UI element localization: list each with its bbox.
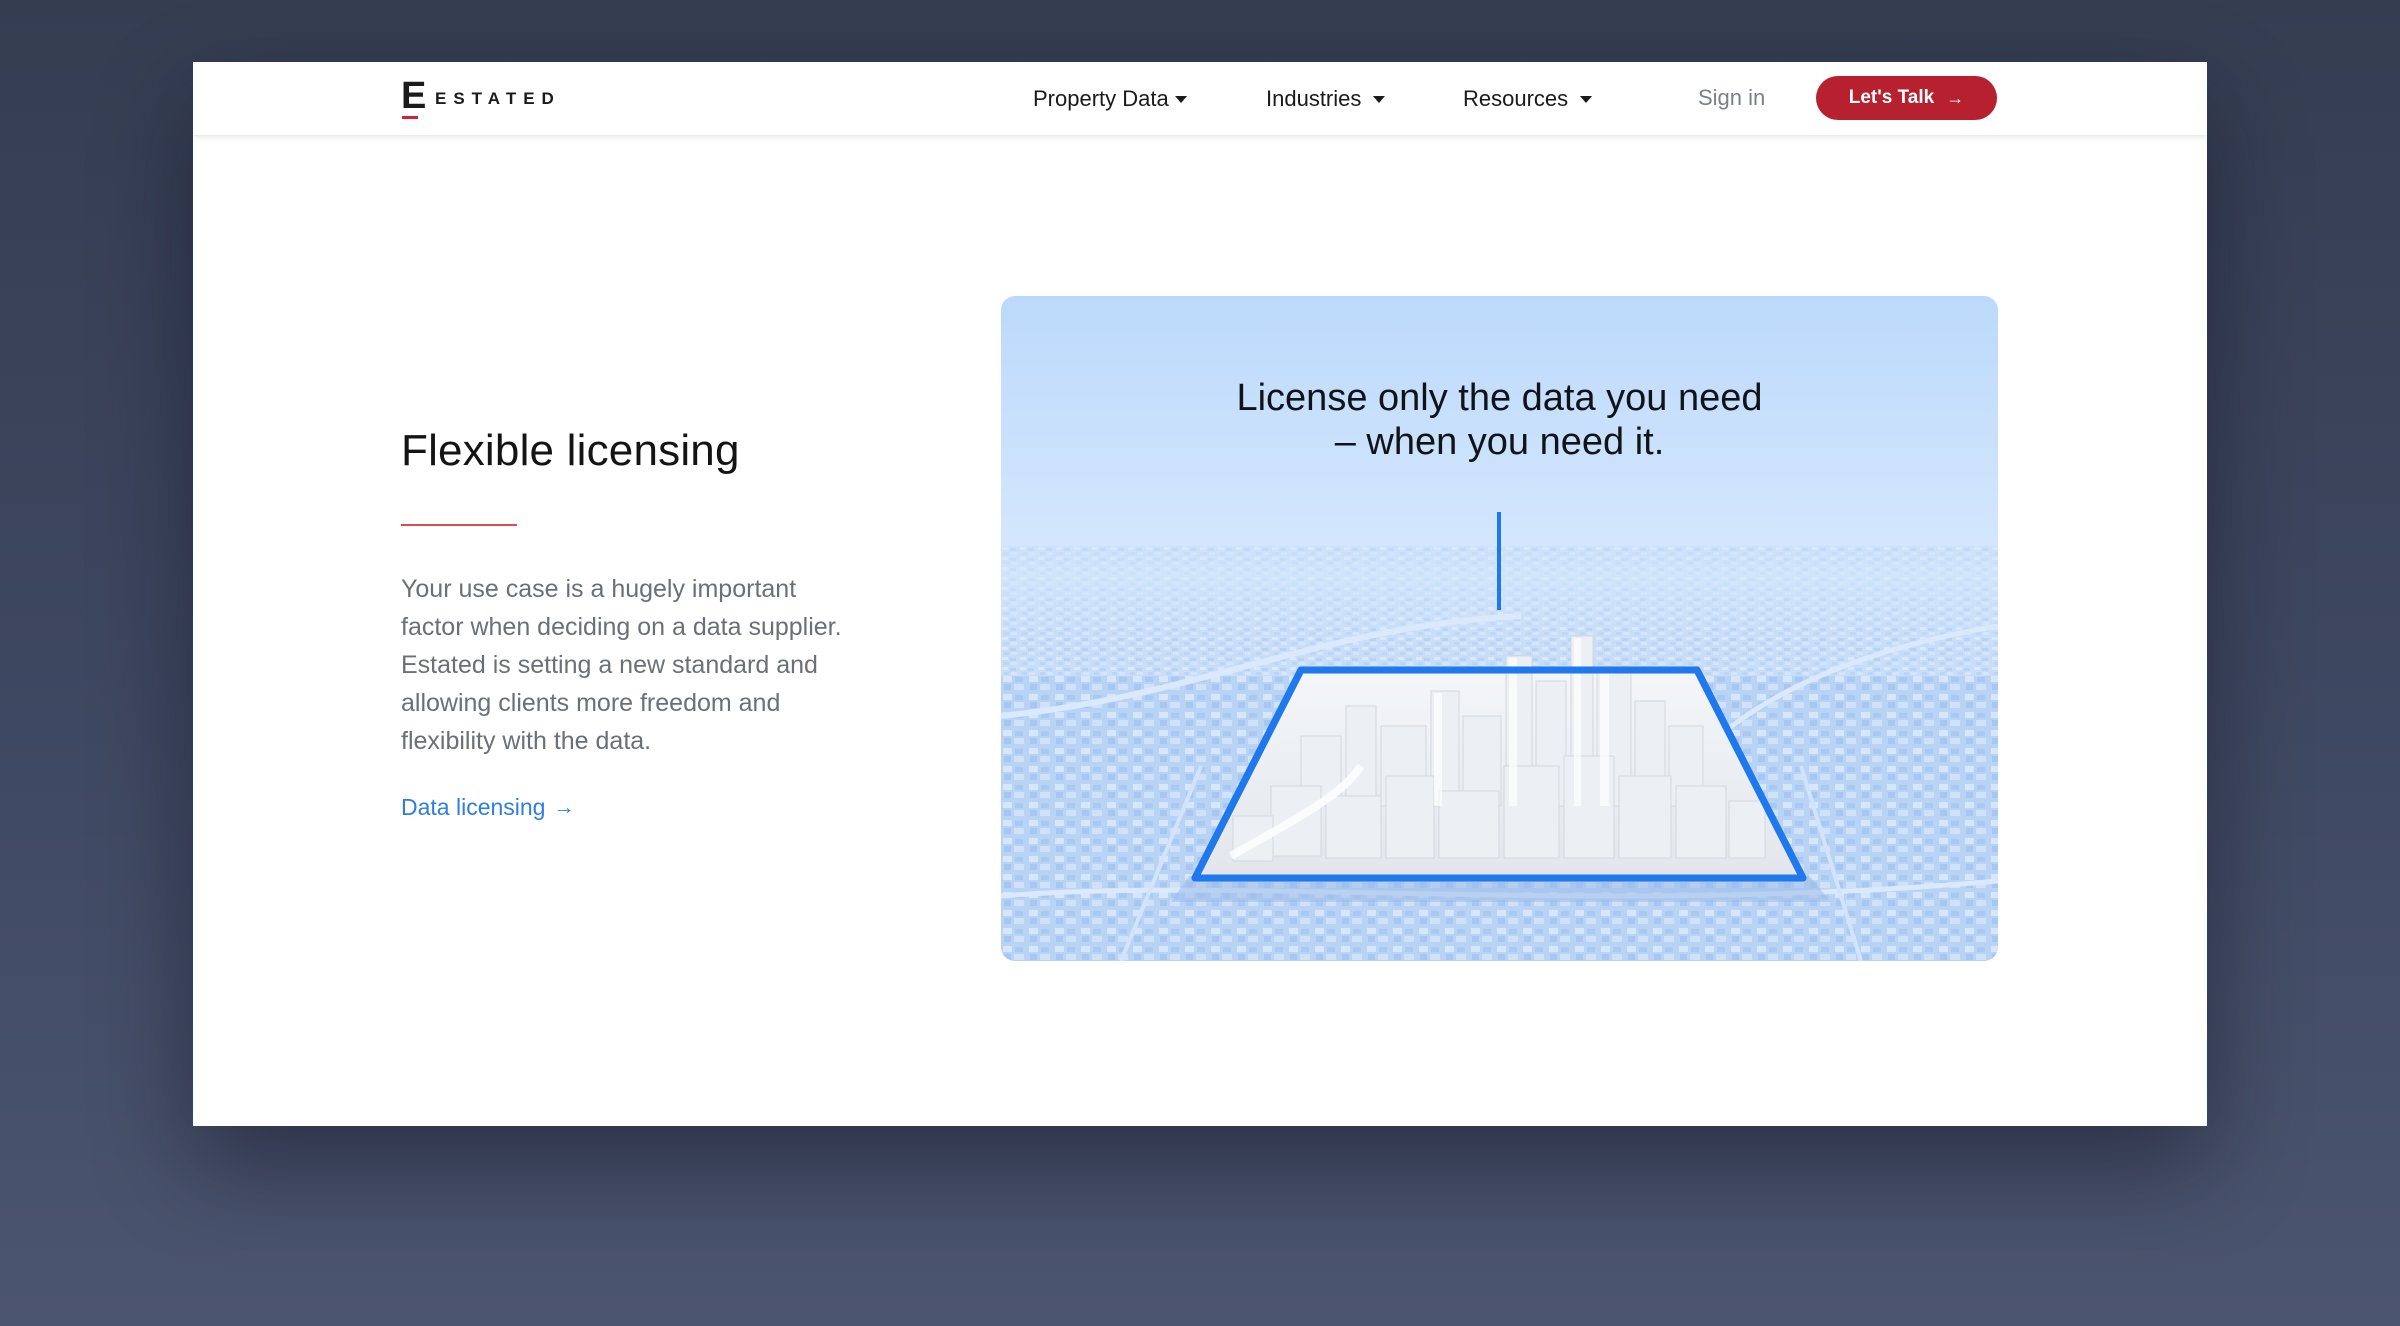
nav-item-label: Industries [1266, 86, 1362, 111]
logo-underline [402, 116, 418, 119]
data-licensing-label: Data licensing [401, 794, 546, 820]
caret-down-icon [1373, 95, 1386, 103]
navbar: E ESTATED Property Data Industries Resou… [193, 62, 2207, 136]
nav-item-industries[interactable]: Industries [1266, 86, 1386, 112]
data-licensing-link[interactable]: Data licensing → [401, 794, 574, 821]
lets-talk-label: Let's Talk [1848, 87, 1935, 108]
nav-item-property-data[interactable]: Property Data [1033, 86, 1187, 112]
arrow-right-icon: → [1946, 87, 1965, 108]
nav-item-label: Resources [1463, 86, 1569, 111]
hero-title-line-2: – when you need it. [1334, 421, 1665, 463]
hero-title: License only the data you need – when yo… [1001, 376, 1998, 464]
section-paragraph: Your use case is a hugely important fact… [401, 575, 842, 755]
hero-title-line-1: License only the data you need [1236, 377, 1763, 419]
logo-mark: E [401, 77, 426, 120]
caret-down-icon [1174, 95, 1187, 103]
heading-divider [401, 524, 517, 526]
browser-window: E ESTATED Property Data Industries Resou… [193, 62, 2207, 1126]
sign-in-link[interactable]: Sign in [1698, 85, 1765, 111]
arrow-right-icon: → [553, 795, 575, 819]
estated-logo[interactable]: E ESTATED [401, 77, 561, 120]
section-heading: Flexible licensing [401, 426, 740, 475]
lets-talk-button[interactable]: Let's Talk → [1816, 76, 1997, 120]
nav-item-label: Property Data [1033, 86, 1169, 111]
hero-illustration: License only the data you need – when yo… [1001, 296, 1998, 961]
logo-wordmark: ESTATED [435, 89, 561, 108]
logo-letter: E [401, 75, 427, 117]
nav-item-resources[interactable]: Resources [1463, 86, 1593, 112]
caret-down-icon [1580, 95, 1593, 103]
